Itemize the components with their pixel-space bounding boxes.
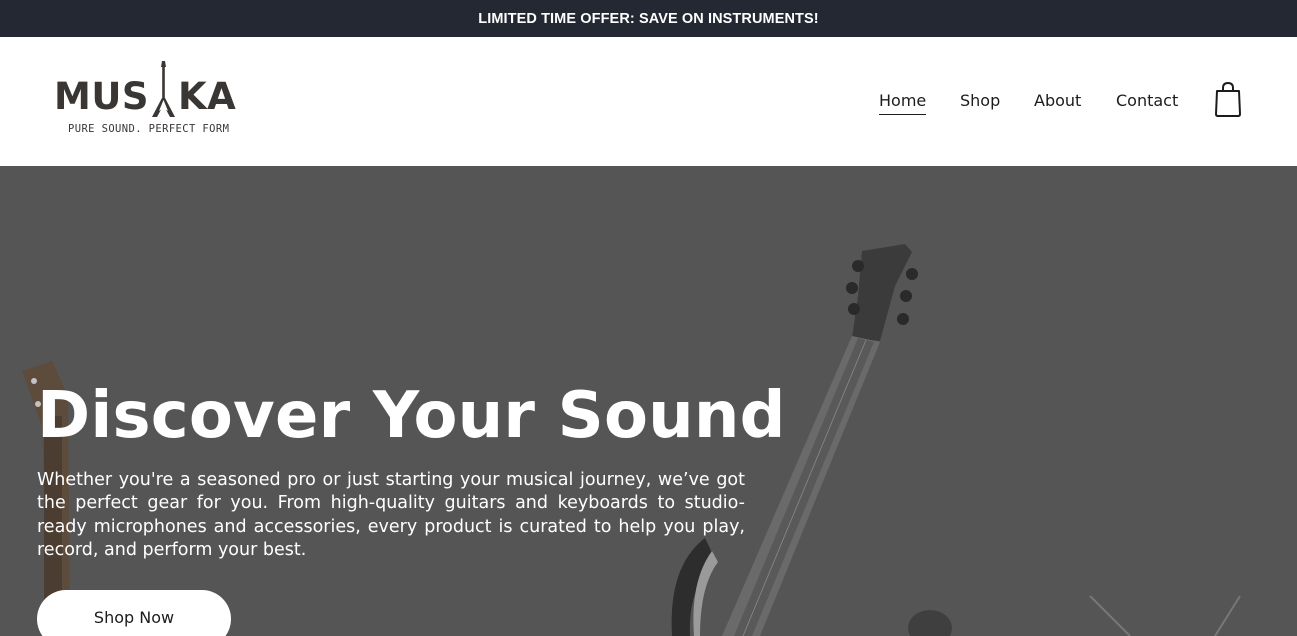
shop-now-button[interactable]: Shop Now [37, 590, 231, 636]
logo-tagline: PURE SOUND. PERFECT FORM [68, 123, 230, 135]
main-nav: Home Shop About Contact [0, 89, 1297, 115]
hero-description: Whether you're a seasoned pro or just st… [37, 470, 745, 560]
hero-section: Discover Your Sound Whether you're a sea… [0, 166, 1297, 636]
hero-title: Discover Your Sound [37, 379, 786, 453]
site-header: MUS KA PURE SOUND. PERFECT FORM Home Sho… [0, 37, 1297, 166]
announcement-text: LIMITED TIME OFFER: SAVE ON INSTRUMENTS! [478, 10, 819, 27]
nav-contact-link[interactable]: Contact [1116, 89, 1178, 113]
nav-home-link[interactable]: Home [879, 89, 927, 115]
microphone-illustration [908, 610, 952, 636]
nav-about-link[interactable]: About [1034, 89, 1081, 113]
announcement-bar: LIMITED TIME OFFER: SAVE ON INSTRUMENTS! [0, 0, 1297, 37]
shopping-bag-icon[interactable] [1213, 82, 1243, 118]
nav-shop-link[interactable]: Shop [960, 89, 1000, 113]
